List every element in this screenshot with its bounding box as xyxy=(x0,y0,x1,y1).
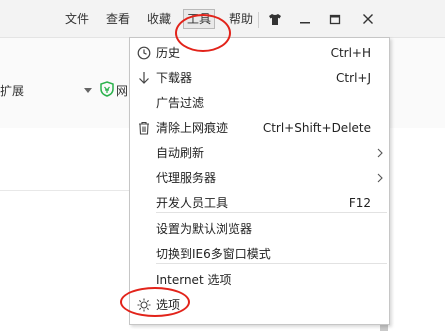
trash-icon xyxy=(136,120,152,136)
menu-separator xyxy=(156,263,387,264)
chevron-right-icon xyxy=(377,173,383,183)
menu-item-shortcut: Ctrl+H xyxy=(330,46,371,60)
menu-item-shortcut: Ctrl+J xyxy=(336,71,371,85)
menu-item-label: 历史 xyxy=(156,46,181,60)
menu-item-shortcut: Ctrl+Shift+Delete xyxy=(262,121,371,135)
menu-item-label: 开发人员工具 xyxy=(156,196,229,210)
close-icon xyxy=(363,14,373,24)
tools-menu: 历史 Ctrl+H 下载器 Ctrl+J 广告过滤 清除上网痕迹 Ctrl+Sh… xyxy=(129,37,390,325)
menu-item-set-default-browser[interactable]: 设置为默认浏览器 xyxy=(130,217,389,242)
chevron-right-icon xyxy=(377,148,383,158)
shield-icon[interactable] xyxy=(100,81,114,100)
restore-icon xyxy=(329,14,341,25)
minimize-icon xyxy=(300,22,310,24)
annotation-circle-tools xyxy=(175,14,231,52)
menu-separator xyxy=(156,212,387,213)
extensions-label[interactable]: 扩展 xyxy=(0,82,24,99)
download-arrow-icon xyxy=(136,70,152,86)
extensions-dropdown-arrow-icon[interactable] xyxy=(84,88,92,93)
menu-item-label: 下载器 xyxy=(156,71,193,85)
window-buttons-separator xyxy=(258,12,259,28)
close-button[interactable] xyxy=(355,8,381,30)
menu-item-label: 代理服务器 xyxy=(156,171,217,185)
menu-item-auto-refresh[interactable]: 自动刷新 xyxy=(130,141,389,166)
menu-file[interactable]: 文件 xyxy=(62,9,92,29)
menu-item-shortcut: F12 xyxy=(348,196,371,210)
skin-button[interactable] xyxy=(262,8,288,30)
extension-text[interactable]: 网 xyxy=(116,82,128,99)
menu-item-label: 广告过滤 xyxy=(156,96,205,110)
menu-favorites[interactable]: 收藏 xyxy=(144,9,174,29)
menu-help[interactable]: 帮助 xyxy=(226,9,256,29)
menu-item-label: 清除上网痕迹 xyxy=(156,121,229,135)
menu-item-history[interactable]: 历史 Ctrl+H xyxy=(130,41,389,66)
menu-item-ad-filter[interactable]: 广告过滤 xyxy=(130,91,389,116)
menu-item-label: 自动刷新 xyxy=(156,146,205,160)
menu-item-clear-traces[interactable]: 清除上网痕迹 Ctrl+Shift+Delete xyxy=(130,116,389,141)
menu-view[interactable]: 查看 xyxy=(103,9,133,29)
content-divider xyxy=(0,190,130,191)
menu-item-label: 切换到IE6多窗口模式 xyxy=(156,247,271,261)
menu-item-proxy-server[interactable]: 代理服务器 xyxy=(130,166,389,191)
shirt-icon xyxy=(269,13,281,25)
annotation-circle-options xyxy=(120,287,190,317)
menu-item-downloader[interactable]: 下载器 Ctrl+J xyxy=(130,66,389,91)
clock-icon xyxy=(136,45,152,61)
minimize-button[interactable] xyxy=(292,8,318,30)
menu-item-label: 设置为默认浏览器 xyxy=(156,222,253,236)
restore-button[interactable] xyxy=(322,8,348,30)
menu-item-label: Internet 选项 xyxy=(156,273,232,287)
